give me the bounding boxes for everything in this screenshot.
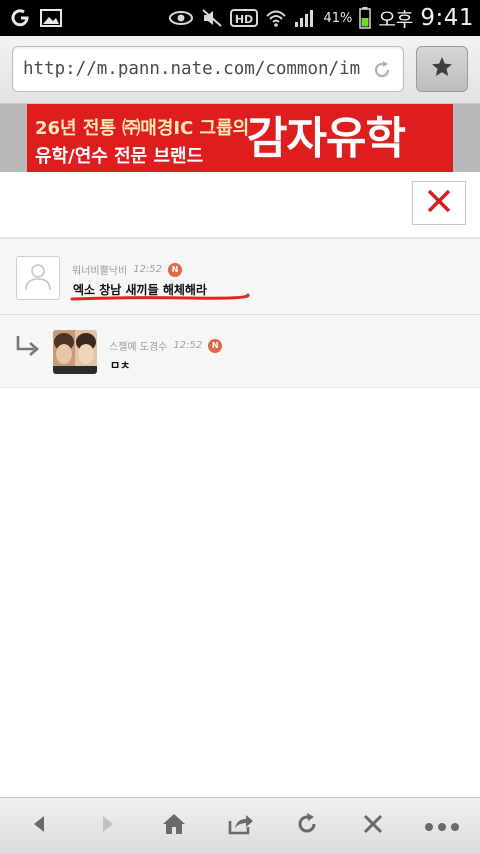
comment-list: 워너비뿔낙비 12:52 N 엑소 창남 새끼들 해체해라 스젤예 도경수 12… <box>0 238 480 388</box>
reload-button[interactable] <box>291 810 323 842</box>
avatar <box>53 330 97 374</box>
wifi-icon <box>265 8 287 28</box>
banner-title: 감자유학 <box>247 113 406 164</box>
comment-author[interactable]: 스젤예 도경수 <box>109 338 167 353</box>
comment-meta: 워너비뿔낙비 12:52 N <box>72 262 183 277</box>
forward-button[interactable] <box>91 810 123 842</box>
eye-icon <box>168 9 194 27</box>
back-button[interactable] <box>24 810 56 842</box>
default-user-icon <box>22 260 54 296</box>
more-dots-icon <box>424 817 460 836</box>
new-badge: N <box>208 338 223 353</box>
status-ampm: 오후 <box>378 8 414 31</box>
url-text[interactable]: http://m.pann.nate.com/common/im <box>23 59 363 79</box>
comment-time: 12:52 <box>133 264 163 275</box>
forward-arrow-icon <box>97 814 117 838</box>
reload-icon <box>296 813 318 839</box>
comment-text: ㅁㅊ <box>110 359 131 372</box>
reply-arrow-icon <box>14 334 40 362</box>
bookmark-button[interactable] <box>416 46 468 92</box>
comment-reply-item: 스젤예 도경수 12:52 N ㅁㅊ <box>0 316 480 388</box>
status-clock: 9:41 <box>420 5 474 31</box>
avatar <box>16 256 60 300</box>
home-button[interactable] <box>158 810 190 842</box>
battery-icon <box>359 7 372 29</box>
home-icon <box>162 813 186 839</box>
app-notification-icon <box>10 8 30 28</box>
browser-bottom-nav <box>0 797 480 853</box>
star-icon <box>430 55 454 83</box>
viewer-header <box>0 172 480 238</box>
comment-item: 워너비뿔낙비 12:52 N 엑소 창남 새끼들 해체해라 <box>0 239 480 315</box>
banner-line2: 유학/연수 전문 브랜드 <box>35 146 204 167</box>
url-field[interactable]: http://m.pann.nate.com/common/im <box>12 46 404 92</box>
image-notification-icon <box>40 8 62 28</box>
share-icon <box>228 813 254 839</box>
browser-toolbar: http://m.pann.nate.com/common/im <box>0 36 480 104</box>
back-arrow-icon <box>30 814 50 838</box>
red-underline-annotation <box>70 293 250 301</box>
share-button[interactable] <box>225 810 257 842</box>
comment-time: 12:52 <box>173 340 203 351</box>
mute-icon <box>201 8 223 28</box>
svg-text:HD: HD <box>235 13 253 26</box>
ad-banner[interactable]: 26년 전통 ㈜매경IC 그룹의 유학/연수 전문 브랜드 감자유학 <box>27 104 453 172</box>
hd-icon: HD <box>230 8 259 28</box>
comment-author[interactable]: 워너비뿔낙비 <box>72 262 127 277</box>
new-badge: N <box>168 262 183 277</box>
close-button[interactable] <box>412 181 466 225</box>
banner-right-edge <box>453 104 480 172</box>
status-bar: HD 41% 오후 9:41 <box>0 0 480 36</box>
comment-meta: 스젤예 도경수 12:52 N <box>109 338 223 353</box>
close-icon <box>426 188 452 218</box>
banner-left-edge <box>0 104 27 172</box>
more-button[interactable] <box>422 810 462 842</box>
banner-line1: 26년 전통 ㈜매경IC 그룹의 <box>35 118 250 139</box>
close-icon <box>363 814 383 838</box>
refresh-icon[interactable] <box>371 59 393 85</box>
battery-percent: 41% <box>323 10 353 26</box>
stop-button[interactable] <box>357 810 389 842</box>
signal-icon <box>294 8 316 28</box>
